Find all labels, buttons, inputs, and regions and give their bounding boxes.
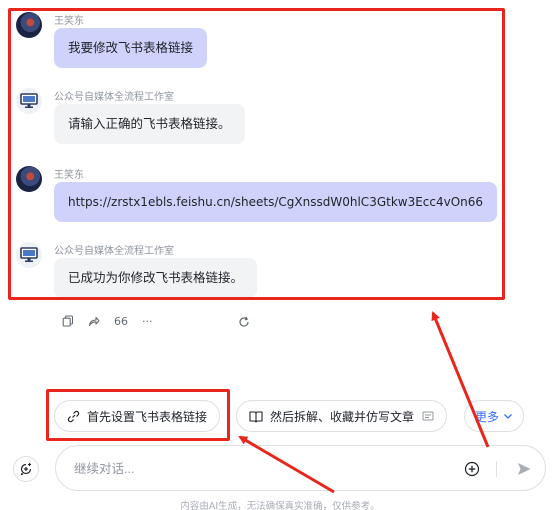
book-icon	[249, 410, 263, 423]
refresh-icon	[239, 316, 249, 327]
user-avatar[interactable]	[16, 166, 42, 192]
regenerate-button[interactable]	[238, 313, 250, 332]
share-icon	[88, 316, 100, 327]
send-button[interactable]	[514, 459, 534, 479]
message-bubble: https://zrstx1ebls.feishu.cn/sheets/CgXn…	[54, 182, 498, 222]
copy-icon	[62, 315, 74, 327]
suggestion-analyze-articles[interactable]: 然后拆解、收藏并仿写文章	[236, 400, 448, 432]
message-bot-2: 公众号自媒体全流程工作室 已成功为你修改飞书表格链接。	[16, 242, 496, 300]
input-divider	[496, 461, 497, 477]
monitor-icon	[20, 247, 38, 262]
copy-button[interactable]	[62, 315, 74, 327]
user-avatar[interactable]	[16, 12, 42, 38]
message-user-2: 王笑东 https://zrstx1ebls.feishu.cn/sheets/…	[16, 166, 498, 224]
bot-avatar[interactable]	[16, 88, 42, 114]
send-icon	[518, 463, 531, 475]
ai-disclaimer: 内容由AI生成，无法确保真实准确，仅供参考。	[180, 501, 380, 510]
card-icon	[422, 411, 434, 421]
message-bubble: 请输入正确的飞书表格链接。	[54, 104, 245, 144]
bot-avatar[interactable]	[16, 242, 42, 268]
monitor-icon	[20, 93, 38, 108]
sender-name: 王笑东	[54, 170, 84, 181]
new-chat-button[interactable]	[13, 456, 39, 482]
plus-circle-icon	[464, 461, 480, 477]
suggestion-label: 首先设置飞书表格链接	[87, 409, 208, 424]
suggestion-label: 然后拆解、收藏并仿写文章	[270, 409, 415, 424]
like-count[interactable]: 66	[114, 315, 128, 328]
chevron-down-icon	[504, 414, 512, 419]
message-bubble: 我要修改飞书表格链接	[54, 28, 208, 68]
sender-name: 公众号自媒体全流程工作室	[54, 246, 174, 257]
sender-name: 王笑东	[54, 16, 84, 27]
more-actions-button[interactable]: ···	[142, 315, 153, 328]
more-label: 更多	[475, 409, 500, 424]
more-suggestions-button[interactable]: 更多	[464, 400, 525, 432]
share-button[interactable]	[88, 315, 100, 327]
message-bot-1: 公众号自媒体全流程工作室 请输入正确的飞书表格链接。	[16, 88, 496, 146]
chat-input[interactable]	[74, 458, 444, 480]
add-attachment-button[interactable]	[462, 459, 482, 479]
message-bubble: 已成功为你修改飞书表格链接。	[54, 258, 258, 298]
message-actions: 66 ···	[62, 312, 167, 330]
sender-name: 公众号自媒体全流程工作室	[54, 92, 174, 103]
chat-input-container	[55, 445, 546, 491]
link-icon	[67, 410, 80, 422]
suggestion-set-feishu-link[interactable]: 首先设置飞书表格链接	[54, 400, 221, 432]
message-user-1: 王笑东 我要修改飞书表格链接	[16, 12, 496, 70]
new-chat-icon	[20, 463, 32, 476]
